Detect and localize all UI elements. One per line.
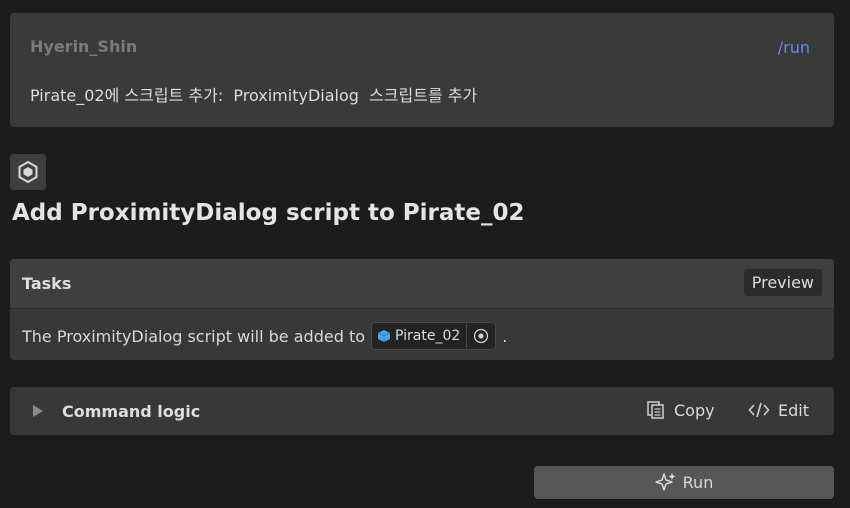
copy-label: Copy (674, 400, 715, 420)
code-icon (748, 402, 770, 418)
object-chip-label: Pirate_02 (395, 328, 461, 344)
task-text-suffix: . (502, 326, 508, 346)
user-name: Hyerin_Shin (30, 37, 138, 56)
edit-label: Edit (778, 400, 809, 420)
expand-triangle-icon[interactable] (32, 404, 44, 418)
preview-button[interactable]: Preview (743, 269, 822, 296)
task-text-prefix: The ProximityDialog script will be added… (22, 326, 365, 346)
edit-button[interactable]: Edit (748, 400, 809, 420)
tasks-panel: Tasks Preview The ProximityDialog script… (10, 259, 834, 360)
copy-icon (647, 401, 664, 419)
page-title: Add ProximityDialog script to Pirate_02 (12, 200, 525, 226)
command-logic-label: Command logic (62, 402, 201, 421)
task-description: The ProximityDialog script will be added… (22, 322, 507, 350)
target-icon[interactable] (473, 328, 489, 344)
run-button[interactable]: Run (534, 466, 834, 499)
object-chip[interactable]: Pirate_02 (371, 322, 497, 350)
cube-icon (377, 330, 391, 342)
unity-logo-icon (10, 154, 46, 190)
tasks-header: Tasks Preview (10, 259, 834, 309)
run-label: Run (682, 473, 714, 492)
user-message-card: Hyerin_Shin /run Pirate_02에 스크립트 추가: Pro… (10, 13, 834, 127)
sparkle-icon (654, 472, 676, 491)
message-text: Pirate_02에 스크립트 추가: ProximityDialog 스크립트… (30, 86, 478, 105)
command-tag[interactable]: /run (778, 38, 810, 57)
tasks-header-label: Tasks (22, 274, 72, 293)
copy-button[interactable]: Copy (646, 400, 715, 420)
command-logic-panel[interactable]: Command logic Copy Edit (10, 387, 834, 435)
